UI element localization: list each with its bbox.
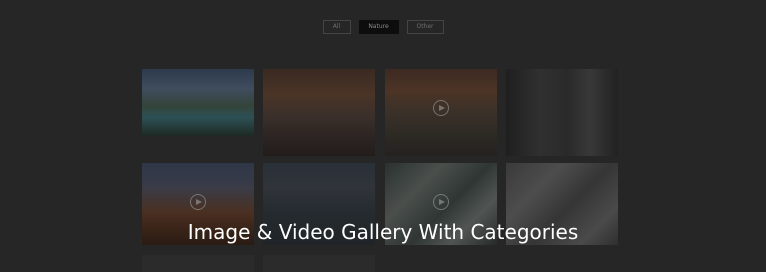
play-icon — [433, 194, 449, 210]
gallery-image-tile[interactable] — [263, 255, 375, 272]
category-filter-bar: All Nature Other — [0, 20, 766, 34]
gallery-image-tile[interactable] — [142, 255, 254, 272]
gallery-video-tile[interactable] — [385, 69, 497, 156]
gallery-image-tile[interactable] — [506, 69, 618, 156]
filter-other-button[interactable]: Other — [406, 20, 444, 34]
filter-all-button[interactable]: All — [322, 20, 351, 34]
filter-nature-button[interactable]: Nature — [358, 20, 399, 34]
play-icon — [433, 100, 449, 116]
gallery-image-tile[interactable] — [142, 69, 254, 136]
gallery-image-tile[interactable] — [263, 69, 375, 156]
play-icon — [190, 194, 206, 210]
page-caption: Image & Video Gallery With Categories — [187, 220, 579, 244]
